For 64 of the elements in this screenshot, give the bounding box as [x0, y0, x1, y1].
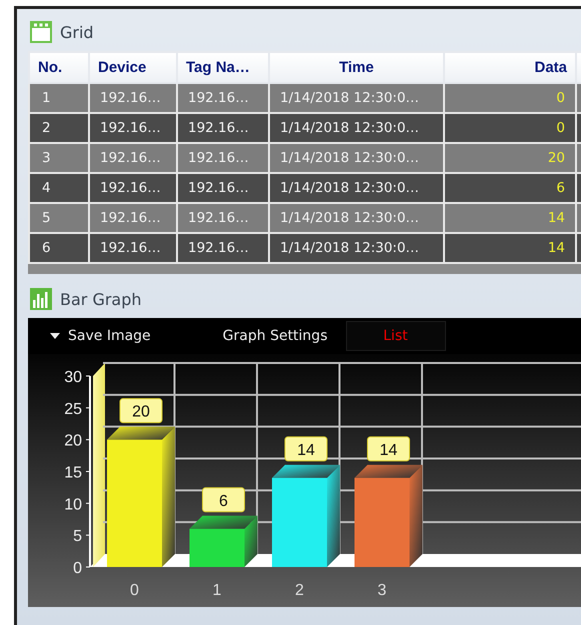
horizontal-scrollbar[interactable]: [28, 264, 581, 274]
table-cell: 192.16…: [177, 233, 269, 263]
table-cell: 192.16…: [89, 173, 177, 203]
value-label: 14: [367, 436, 410, 462]
panel-title: Bar Graph: [60, 290, 142, 308]
data-label: 14: [297, 442, 315, 459]
table-cell: 1/14/2018 12:30:0…: [269, 173, 444, 203]
graph-settings-button[interactable]: Graph Settings: [214, 321, 336, 351]
table-cell: 1/14/2018 12:30:0…: [269, 233, 444, 263]
save-image-menu[interactable]: Save Image: [42, 321, 159, 351]
table-cell: 1: [29, 83, 89, 113]
value-label: 6: [202, 487, 245, 512]
table-cell: 192.16…: [177, 203, 269, 233]
list-tab[interactable]: List: [346, 321, 446, 351]
table-cell: 192.16…: [89, 83, 177, 113]
category-label: 1: [212, 582, 222, 599]
value-label: 14: [284, 436, 328, 462]
grid-icon: [30, 21, 52, 43]
axis-tick-label: 15: [64, 464, 82, 482]
table-cell: 192.16…: [177, 173, 269, 203]
table-cell: 192.16…: [177, 83, 269, 113]
panel-title: Grid: [60, 22, 94, 42]
table-cell: 1/14/2018 12:30:0…: [269, 143, 444, 173]
column-header[interactable]: No.: [29, 52, 89, 83]
table-cell: 192.16…: [89, 203, 177, 233]
table-cell: 1/14/2018 12:30:0…: [269, 203, 444, 233]
table-cell: 14: [444, 203, 576, 233]
axis-tick-label: 10: [64, 496, 82, 514]
axis-tick-label: 30: [64, 369, 82, 386]
table-cell: 2: [29, 113, 89, 143]
table-cell: 4: [29, 173, 89, 203]
bar: [190, 528, 244, 567]
table-cell: 0: [444, 83, 576, 113]
data-label: 6: [219, 492, 228, 510]
table-cell: 6: [29, 233, 89, 263]
table-cell: 3: [29, 143, 89, 173]
caret-icon: [50, 333, 60, 339]
table-cell: 192.16…: [177, 143, 269, 173]
table-cell: 1/14/2018 12:30:0…: [269, 83, 444, 113]
data-label: 14: [380, 442, 398, 459]
table-cell: 5: [29, 203, 89, 233]
column-header[interactable]: Data: [444, 52, 576, 83]
category-label: 0: [130, 582, 139, 599]
table-cell: 192.16…: [177, 113, 269, 143]
category-label: 2: [295, 582, 304, 599]
category-label: 3: [378, 582, 386, 599]
bar-chart-icon: [30, 288, 52, 310]
table-cell: 192.16…: [89, 233, 177, 263]
table-cell: 6: [444, 173, 576, 203]
axis-tick-label: 25: [64, 400, 82, 418]
table-cell: 192.16…: [89, 143, 177, 173]
data-label: 20: [132, 404, 150, 421]
table-cell: 1/14/2018 12:30:0…: [269, 113, 444, 143]
table-cell: 192.16…: [89, 113, 177, 143]
axis-tick-label: 5: [73, 528, 82, 546]
column-header[interactable]: Tag Na…: [177, 52, 269, 83]
axis-tick-label: 20: [64, 432, 82, 450]
table-cell: 0: [444, 113, 576, 143]
value-label: 20: [120, 398, 162, 424]
table-cell: 14: [444, 233, 576, 263]
column-header[interactable]: Device: [89, 52, 177, 83]
axis-tick-label: 0: [73, 560, 82, 577]
column-header[interactable]: Time: [269, 52, 444, 83]
table-cell: 20: [444, 143, 576, 173]
